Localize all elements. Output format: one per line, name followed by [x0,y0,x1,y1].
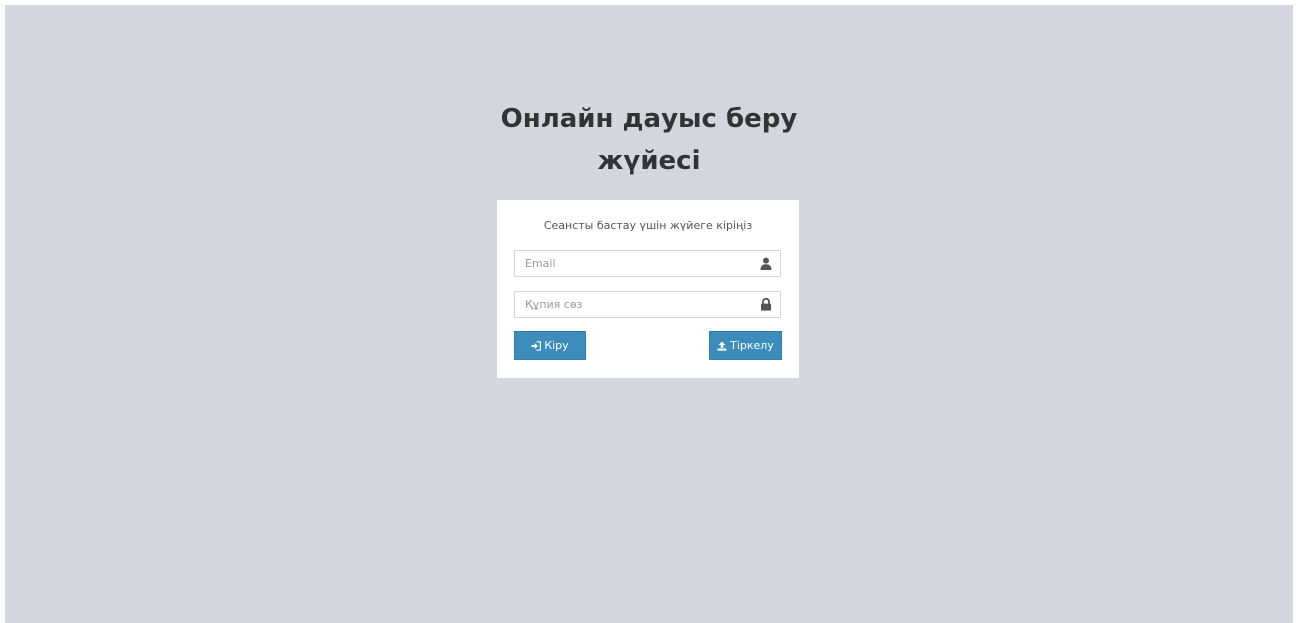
email-input[interactable] [515,251,765,276]
page-title: Онлайн дауыс беру жүйесі [497,98,801,182]
page-background: Онлайн дауыс беру жүйесі Сеансты бастау … [5,5,1293,623]
email-field-wrapper [514,250,781,277]
upload-icon [717,341,727,351]
register-button-label: Тіркелу [730,339,774,352]
register-button[interactable]: Тіркелу [709,331,782,360]
user-icon [760,257,772,270]
lock-icon [760,297,772,311]
sign-in-icon [531,340,542,351]
password-field-wrapper [514,291,781,318]
page-title-line1: Онлайн дауыс беру [500,104,798,134]
password-input[interactable] [515,292,765,317]
login-message: Сеансты бастау үшін жүйеге кіріңіз [543,219,753,232]
login-button[interactable]: Кіру [514,331,586,360]
login-panel: Сеансты бастау үшін жүйеге кіріңіз Email… [497,200,799,378]
page-title-line2: жүйесі [597,146,701,176]
login-button-label: Кіру [544,339,569,352]
